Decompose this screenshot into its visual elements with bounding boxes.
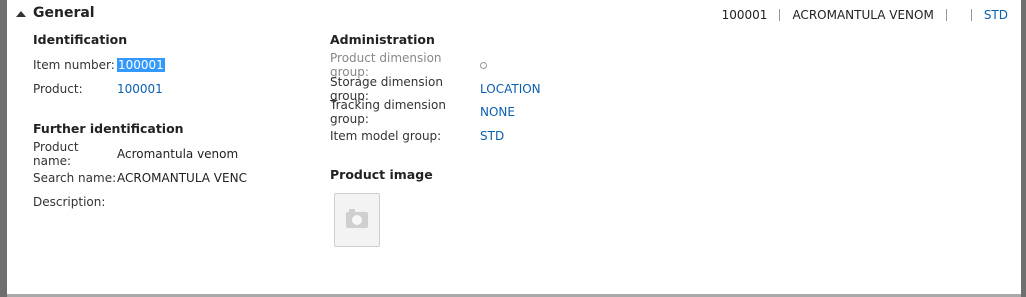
product-name-field[interactable]: Acromantula venom [117,147,238,161]
further-identification-title: Further identification [33,121,184,136]
product-name-row: Product name: Acromantula venom [33,140,238,168]
summary-item-model-link[interactable]: STD [984,8,1008,22]
window-frame-left [0,0,7,297]
product-row: Product: 100001 [33,81,163,97]
search-name-field[interactable]: ACROMANTULA VENC [117,171,247,185]
item-model-group-link[interactable]: STD [480,129,504,143]
identification-title: Identification [33,32,128,47]
summary-name: ACROMANTULA VENOM [792,8,934,22]
product-dimension-group-row: Product dimension group: [330,51,487,79]
product-label: Product: [33,82,83,96]
section-title: General [33,5,95,21]
storage-dimension-group-link[interactable]: LOCATION [480,82,541,96]
window-frame-right [1021,0,1026,297]
item-number-label: Item number: [33,58,115,72]
product-dimension-group-empty-icon [480,61,487,69]
description-row: Description: [33,194,117,210]
product-link[interactable]: 100001 [117,82,163,96]
summary-separator [945,9,947,21]
search-name-label: Search name: [33,171,117,185]
summary-item-number: 100001 [721,8,768,22]
product-image-placeholder[interactable] [334,193,380,247]
summary-separator [970,9,972,21]
search-name-row: Search name: ACROMANTULA VENC [33,170,247,186]
item-model-group-label: Item model group: [330,129,442,143]
storage-dimension-group-row: Storage dimension group: LOCATION [330,75,541,103]
item-number-row: Item number: 100001 [33,57,165,73]
product-image-title: Product image [330,167,433,182]
camera-icon [346,209,368,228]
item-number-field[interactable]: 100001 [117,58,165,72]
general-section-header[interactable]: General [16,4,95,22]
summary-separator [779,9,781,21]
tracking-dimension-group-link[interactable]: NONE [480,105,515,119]
description-label: Description: [33,195,106,209]
tracking-dimension-group-row: Tracking dimension group: NONE [330,98,515,126]
collapse-triangle-icon[interactable] [16,11,26,17]
section-summary: 100001 ACROMANTULA VENOM STD [722,8,1008,22]
product-name-label: Product name: [33,140,79,168]
tracking-dimension-group-label: Tracking dimension group: [330,98,446,126]
administration-title: Administration [330,32,435,47]
item-model-group-row: Item model group: STD [330,128,504,144]
